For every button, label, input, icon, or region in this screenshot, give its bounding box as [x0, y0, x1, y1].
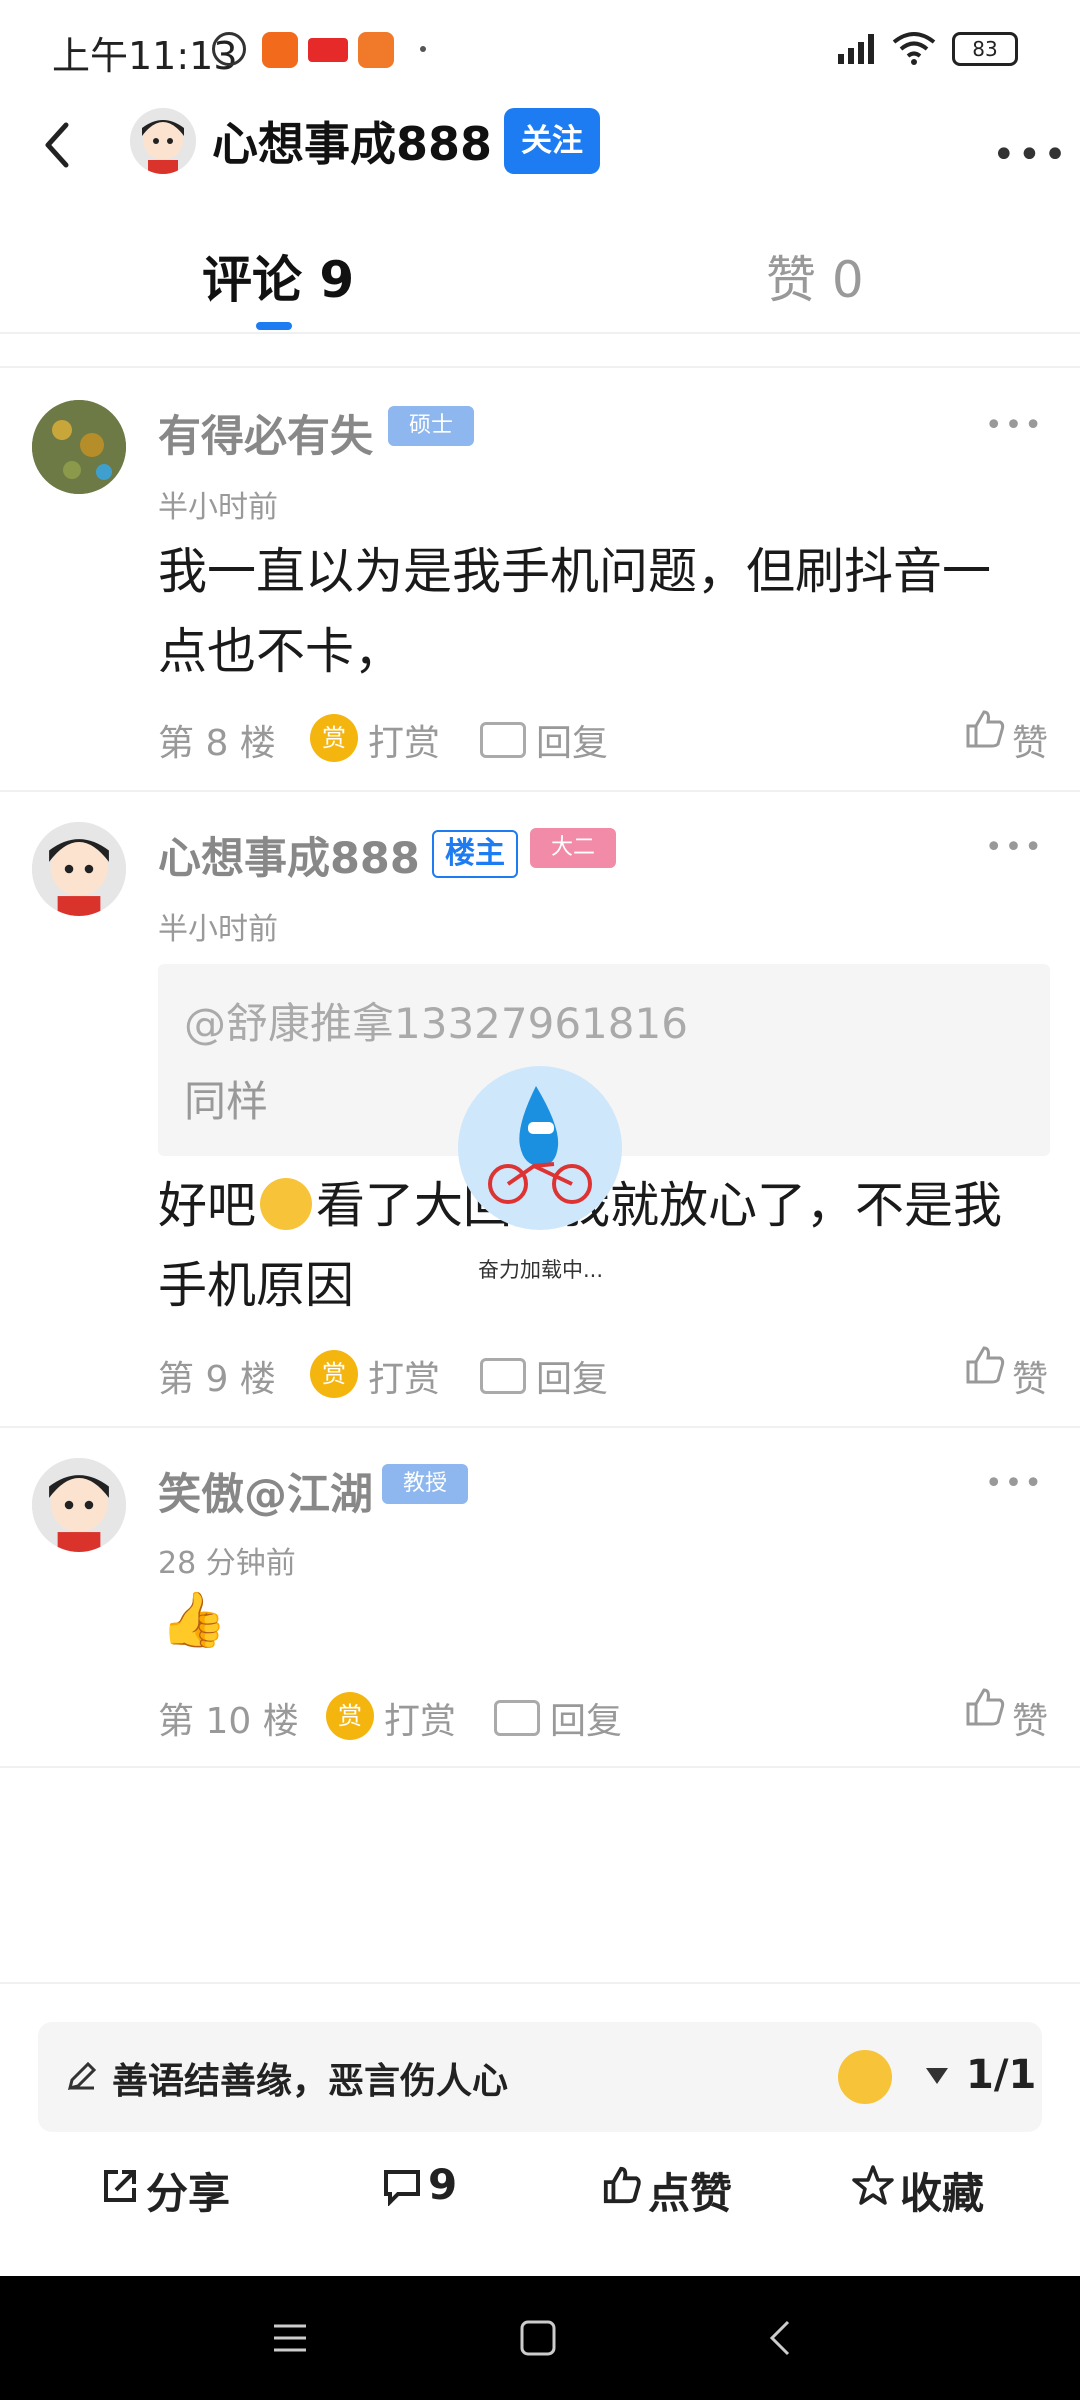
level-badge: 硕士: [388, 406, 474, 446]
quote-text: 同样: [184, 1077, 269, 1126]
comment-count-icon[interactable]: [382, 2166, 422, 2206]
status-time: 上午11:13: [52, 34, 238, 78]
comment-time: 28 分钟前: [158, 1546, 296, 1581]
divider: [0, 1982, 1080, 1984]
thumbs-up-icon[interactable]: [964, 1344, 1006, 1386]
comment-time: 半小时前: [158, 490, 278, 525]
wifi-icon: [892, 32, 936, 65]
reward-coin-icon[interactable]: 赏: [310, 714, 358, 762]
reward-label[interactable]: 打赏: [368, 1350, 440, 1402]
level-badge: 教授: [382, 1464, 468, 1504]
thumbs-up-icon[interactable]: [964, 708, 1006, 750]
alarm-icon: [212, 32, 246, 66]
comment-more-icon[interactable]: •••: [985, 1466, 1044, 1501]
commenter-name[interactable]: 有得必有失: [158, 402, 373, 464]
cartoon-avatar-icon: [32, 822, 126, 916]
loading-spinner: [458, 1066, 622, 1230]
author-avatar[interactable]: [130, 108, 196, 174]
comment-text-part: 看了大: [316, 1177, 464, 1234]
comment-input-placeholder[interactable]: 善语结善缘，恶言伤人心: [112, 2052, 508, 2104]
reward-label[interactable]: 打赏: [384, 1692, 456, 1744]
divider: [0, 332, 1080, 334]
comment-text-part: 好吧: [158, 1177, 257, 1234]
loading-text: 奋力加载中...: [478, 1258, 604, 1282]
comment-text: 我一直以为是我手机问题，但刷抖音一点也不卡，: [158, 543, 992, 680]
like-label[interactable]: 赞: [1012, 1692, 1048, 1744]
tab-likes[interactable]: 赞 0: [766, 240, 864, 312]
thumbs-up-emoji: 👍: [160, 1588, 228, 1651]
like-icon[interactable]: [602, 2164, 642, 2206]
like-label[interactable]: 赞: [1012, 714, 1048, 766]
shop-notification-icon: [358, 32, 394, 68]
follow-button[interactable]: 关注: [504, 108, 600, 174]
star-icon[interactable]: [852, 2164, 894, 2206]
crying-laugh-emoji-icon: [260, 1178, 313, 1230]
reply-label[interactable]: 回复: [550, 1692, 622, 1744]
thumbs-up-icon[interactable]: [964, 1686, 1006, 1728]
like-button[interactable]: 点赞: [648, 2160, 732, 2221]
reply-icon[interactable]: [494, 1700, 540, 1736]
share-button[interactable]: 分享: [146, 2160, 230, 2221]
like-label[interactable]: 赞: [1012, 1350, 1048, 1402]
home-icon[interactable]: [518, 2318, 558, 2358]
quote-user[interactable]: @舒康推拿13327961816: [184, 990, 688, 1051]
comment-more-icon[interactable]: •••: [985, 830, 1044, 865]
comment-time: 半小时前: [158, 912, 278, 947]
floor-number: 第 8 楼: [158, 723, 276, 764]
level-badge: 大二: [530, 828, 616, 868]
back-icon[interactable]: [764, 2318, 794, 2358]
cartoon-avatar-icon: [32, 1458, 126, 1552]
back-arrow-icon[interactable]: [38, 115, 78, 175]
pencil-icon: [67, 2061, 97, 2091]
comment-more-icon[interactable]: •••: [985, 408, 1044, 443]
divider: [0, 1766, 1080, 1768]
reward-label[interactable]: 打赏: [368, 714, 440, 766]
dropdown-triangle-icon[interactable]: [924, 2066, 950, 2086]
divider: [0, 366, 1080, 368]
reward-coin-icon[interactable]: 赏: [310, 1350, 358, 1398]
floor-number: 第 9 楼: [158, 1359, 276, 1400]
commenter-avatar[interactable]: [32, 400, 126, 494]
signal-icon: [838, 34, 874, 64]
more-options-icon[interactable]: •••: [992, 132, 1069, 178]
share-icon[interactable]: [100, 2166, 140, 2206]
reply-icon[interactable]: [480, 722, 526, 758]
commenter-avatar[interactable]: [32, 822, 126, 916]
menu-icon[interactable]: [270, 2320, 310, 2356]
commenter-name[interactable]: 心想事成888: [158, 824, 420, 886]
water-drop-bike-icon: [488, 1086, 592, 1204]
app-notification-icon: [262, 32, 298, 68]
news-notification-icon: [308, 38, 348, 62]
status-bar: 上午11:13 83: [0, 0, 1080, 95]
reply-icon[interactable]: [480, 1358, 526, 1394]
reward-coin-icon[interactable]: 赏: [326, 1692, 374, 1740]
reply-label[interactable]: 回复: [536, 1350, 608, 1402]
comment-count[interactable]: 9: [428, 2160, 457, 2209]
plant-photo-icon: [32, 400, 126, 494]
favorite-button[interactable]: 收藏: [900, 2160, 984, 2221]
dot-icon: [420, 46, 426, 52]
owner-badge: 楼主: [432, 830, 518, 878]
page-indicator[interactable]: 1/1: [966, 2052, 1036, 2098]
reply-label[interactable]: 回复: [536, 714, 608, 766]
divider: [0, 790, 1080, 792]
emoji-button-icon[interactable]: [838, 2050, 892, 2104]
tab-indicator: [256, 322, 292, 330]
battery-indicator: 83: [952, 32, 1018, 66]
page-title: 心想事成888: [212, 117, 493, 171]
commenter-name[interactable]: 笑傲@江湖: [158, 1460, 373, 1522]
divider: [0, 1426, 1080, 1428]
floor-number: 第 10 楼: [158, 1701, 299, 1742]
commenter-avatar[interactable]: [32, 1458, 126, 1552]
tab-comments[interactable]: 评论 9: [202, 240, 354, 312]
cartoon-avatar-icon: [130, 108, 196, 174]
system-nav-bar: [0, 2276, 1080, 2400]
